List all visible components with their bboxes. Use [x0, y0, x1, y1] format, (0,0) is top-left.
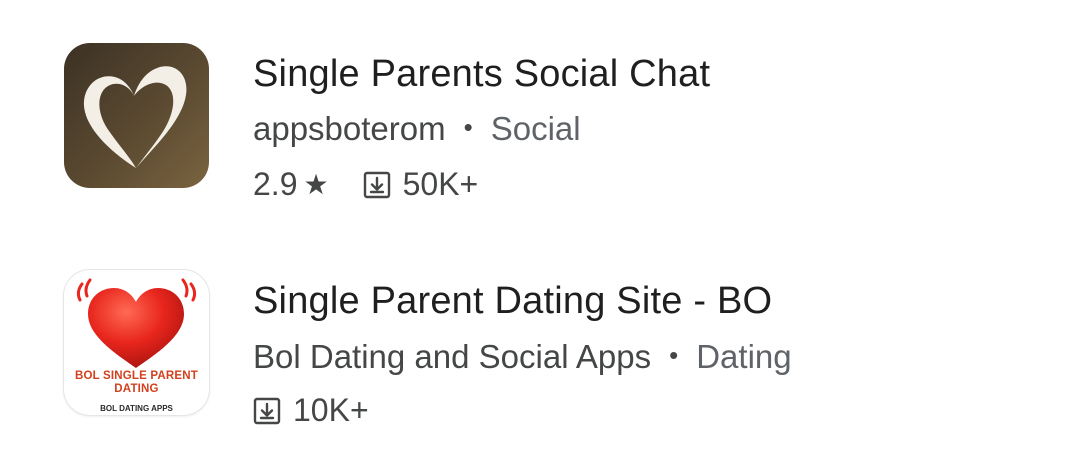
- download-count: 10K+: [293, 392, 369, 428]
- download-count: 50K+: [402, 166, 479, 202]
- app-stats: 10K+: [253, 392, 369, 429]
- icon-brand-text: BOL SINGLE PARENT DATING: [74, 370, 199, 395]
- app-category: Social: [490, 110, 581, 147]
- developer-name: Bol Dating and Social Apps: [253, 338, 652, 375]
- app-category: Dating: [696, 338, 792, 375]
- developer-name: appsboterom: [253, 110, 446, 147]
- app-title: Single Parent Dating Site - BO: [253, 280, 773, 322]
- separator-dot: •: [463, 112, 473, 142]
- separator-dot: •: [669, 340, 679, 370]
- app-meta-line: Bol Dating and Social Apps • Dating: [253, 338, 792, 376]
- app-title: Single Parents Social Chat: [253, 53, 711, 95]
- download-icon: [363, 171, 390, 198]
- star-icon: ★: [303, 169, 329, 200]
- app-meta-line: appsboterom • Social: [253, 110, 581, 148]
- app-icon-red-heart-logo[interactable]: BOL SINGLE PARENT DATING BOL DATING APPS: [64, 270, 209, 415]
- icon-brand-subtext: BOL DATING APPS: [100, 404, 173, 413]
- app-stats: 2.9 ★ 50K+: [253, 166, 478, 203]
- app-icon-heart-logo[interactable]: [64, 43, 209, 188]
- rating-value: 2.9: [253, 166, 298, 202]
- app-list-item-single-parents-social-chat[interactable]: Single Parents Social Chat appsboterom • S…: [0, 20, 1080, 220]
- heart-outline-logo-icon: [83, 66, 187, 168]
- download-icon: [253, 397, 281, 424]
- app-list-item-single-parent-dating-site[interactable]: BOL SINGLE PARENT DATING BOL DATING APPS…: [0, 250, 1080, 450]
